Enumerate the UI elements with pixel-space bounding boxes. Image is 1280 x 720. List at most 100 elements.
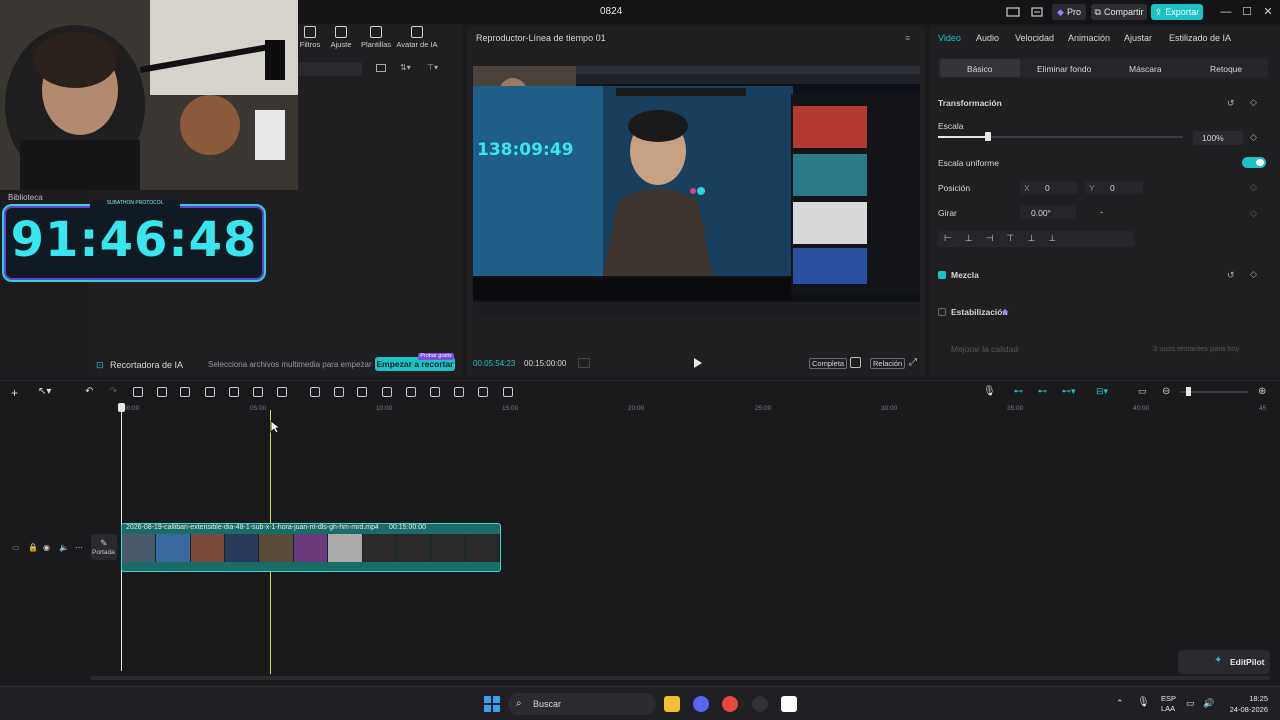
subtab-remove-bg[interactable]: Eliminar fondo: [1037, 64, 1091, 74]
tab-speed[interactable]: Velocidad: [1015, 33, 1054, 43]
tab-audio[interactable]: Audio: [976, 33, 999, 43]
taskbar-search[interactable]: [508, 693, 656, 715]
minimize-icon[interactable]: —: [1219, 5, 1233, 19]
capcut-icon[interactable]: [781, 696, 797, 712]
play-button[interactable]: [691, 357, 703, 369]
filter-dropdown-icon[interactable]: ⊤▾: [427, 63, 438, 72]
redo-icon[interactable]: ↷: [109, 386, 117, 397]
windows-start-icon[interactable]: [484, 696, 500, 712]
language-indicator[interactable]: ESP LAA: [1161, 694, 1176, 714]
trim-right-icon[interactable]: [180, 387, 190, 397]
image-icon[interactable]: [478, 387, 488, 397]
delete-icon[interactable]: [205, 387, 215, 397]
track-icon[interactable]: ▭: [12, 543, 20, 552]
transform-label[interactable]: Transformación: [938, 98, 1002, 108]
obs-icon[interactable]: [752, 696, 768, 712]
caption-toggle-icon[interactable]: ▭: [1138, 386, 1147, 397]
menu-icon[interactable]: [1030, 5, 1044, 19]
keyframe-icon[interactable]: ◇: [1250, 182, 1257, 193]
audio-icon[interactable]: [382, 387, 392, 397]
export-button[interactable]: ⇪ Exportar: [1151, 4, 1203, 20]
reset-icon[interactable]: ↺: [1227, 98, 1235, 109]
trim-left-icon[interactable]: [157, 387, 167, 397]
tab-ai-avatar[interactable]: Avatar de IA: [396, 26, 438, 49]
snap-icon[interactable]: [503, 387, 513, 397]
tab-video[interactable]: Video: [938, 33, 961, 43]
player-preview[interactable]: [473, 66, 920, 317]
pro-button[interactable]: ◆ Pro: [1052, 4, 1086, 20]
chrome-icon[interactable]: [722, 696, 738, 712]
ratio-button[interactable]: Relación: [870, 358, 906, 369]
layout-icon[interactable]: [1006, 5, 1020, 19]
focus-icon[interactable]: [850, 357, 861, 368]
rotate-dial-icon[interactable]: -: [1100, 207, 1103, 217]
discord-icon[interactable]: [693, 696, 709, 712]
scale-slider-handle[interactable]: [985, 132, 991, 141]
tab-filters[interactable]: Filtros: [298, 26, 322, 49]
sort-icon[interactable]: ⇅▾: [400, 63, 411, 72]
fullscreen-icon[interactable]: ⤢: [909, 357, 917, 368]
library-label[interactable]: Biblioteca: [8, 193, 43, 202]
subtab-basic[interactable]: Básico: [967, 64, 993, 74]
transform-icon[interactable]: [277, 387, 287, 397]
chevron-up-icon[interactable]: ⌃: [1116, 698, 1124, 709]
keyframe-icon[interactable]: ◇: [1250, 132, 1257, 143]
speed-icon[interactable]: [310, 387, 320, 397]
maximize-icon[interactable]: ☐: [1240, 5, 1254, 19]
microphone-icon[interactable]: 🎙: [1137, 697, 1150, 708]
lock-icon[interactable]: 🔒: [28, 543, 38, 552]
stabilize-checkbox[interactable]: [938, 308, 946, 316]
blend-label[interactable]: Mezcla: [951, 270, 979, 280]
edit-icon[interactable]: [357, 387, 367, 397]
clock-time[interactable]: 18:25: [1222, 694, 1268, 703]
timecode-format-icon[interactable]: [578, 358, 590, 368]
blend-checkbox[interactable]: [938, 271, 946, 279]
zoom-slider-handle[interactable]: [1186, 387, 1191, 396]
freeze-icon[interactable]: [334, 387, 344, 397]
tab-adjust[interactable]: Ajuste: [328, 26, 354, 49]
magnet-icon[interactable]: ⊷: [1038, 386, 1047, 397]
menu-icon[interactable]: ≡: [905, 33, 910, 43]
media-search[interactable]: [298, 62, 362, 76]
tab-templates[interactable]: Plantillas: [360, 26, 392, 49]
undo-icon[interactable]: ↶: [85, 386, 93, 397]
caption-icon[interactable]: [454, 387, 464, 397]
keyframe-icon[interactable]: ◇: [1250, 97, 1257, 108]
shield-icon[interactable]: [229, 387, 239, 397]
zoom-out-icon[interactable]: ⊖: [1162, 386, 1170, 397]
magic-icon[interactable]: [430, 387, 440, 397]
playhead-handle[interactable]: [118, 403, 125, 412]
eye-icon[interactable]: ◉: [43, 543, 50, 552]
reset-icon[interactable]: ↺: [1227, 270, 1235, 281]
subtab-mask[interactable]: Máscara: [1129, 64, 1162, 74]
full-quality-button[interactable]: Completa: [809, 358, 848, 369]
close-icon[interactable]: ✕: [1261, 5, 1275, 19]
add-icon[interactable]: +: [11, 386, 18, 400]
link-icon[interactable]: ⊷: [1014, 386, 1023, 397]
monitor-icon[interactable]: ▭: [1186, 698, 1195, 709]
speaker-icon[interactable]: 🔈: [59, 543, 69, 552]
preview-axis-icon[interactable]: ⊷▾: [1062, 386, 1076, 397]
more-icon[interactable]: ⋯: [75, 543, 83, 552]
split-icon[interactable]: [133, 387, 143, 397]
tab-adjust[interactable]: Ajustar: [1124, 33, 1152, 43]
microphone-icon[interactable]: 🎙: [983, 386, 996, 397]
clock-date[interactable]: 24-08-2026: [1222, 705, 1268, 714]
keyframe-icon[interactable]: ◇: [1250, 208, 1257, 219]
grid-view-icon[interactable]: [376, 64, 386, 72]
share-button[interactable]: ⧉ Compartir: [1091, 4, 1147, 20]
file-explorer-icon[interactable]: [664, 696, 680, 712]
crop-icon[interactable]: [253, 387, 263, 397]
volume-icon[interactable]: 🔊: [1203, 698, 1214, 709]
split-view-icon[interactable]: ⊟▾: [1096, 386, 1108, 397]
quality-label[interactable]: Mejorar la calidad: [951, 344, 1018, 354]
timeline-scrollbar[interactable]: [90, 676, 1270, 680]
subtab-retouch[interactable]: Retoque: [1210, 64, 1242, 74]
person-icon[interactable]: [406, 387, 416, 397]
zoom-in-icon[interactable]: ⊕: [1258, 386, 1266, 397]
stabilize-label[interactable]: Estabilización: [951, 307, 1008, 317]
align-icons[interactable]: ⊢⊥⊣⊤⊥⊥: [944, 233, 1069, 244]
tab-ai-style[interactable]: Estilizado de IA: [1169, 33, 1231, 43]
tab-animation[interactable]: Animación: [1068, 33, 1110, 43]
select-tool-icon[interactable]: ↖▾: [38, 386, 51, 397]
